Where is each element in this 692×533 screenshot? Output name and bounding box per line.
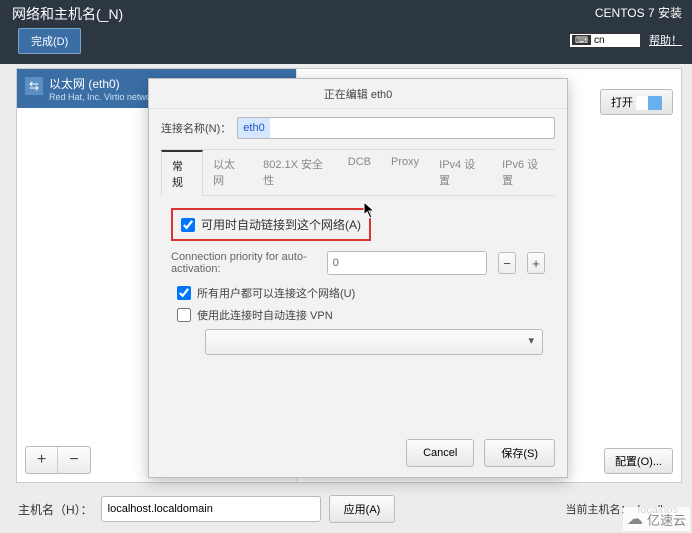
priority-decrement-button[interactable]: −: [498, 252, 516, 274]
page-title: 网络和主机名(_N): [12, 4, 123, 24]
done-button[interactable]: 完成(D): [18, 28, 81, 54]
auto-vpn-label: 使用此连接时自动连接 VPN: [197, 307, 333, 323]
watermark: ☁ 亿速云: [623, 507, 690, 531]
tab-proxy[interactable]: Proxy: [381, 150, 429, 195]
hostname-label: 主机名（H）：: [18, 501, 93, 518]
tab-general[interactable]: 常规: [161, 150, 203, 196]
tab-ethernet[interactable]: 以太网: [203, 150, 253, 195]
tab-dcb[interactable]: DCB: [338, 150, 381, 195]
interface-toggle-button[interactable]: 打开: [600, 89, 673, 115]
current-hostname-label: 当前主机名：: [566, 504, 632, 516]
toggle-switch-icon: [636, 96, 662, 110]
all-users-checkbox[interactable]: [177, 286, 191, 300]
tab-8021x[interactable]: 802.1X 安全性: [253, 150, 338, 195]
auto-vpn-checkbox[interactable]: [177, 308, 191, 322]
keyboard-lang-indicator[interactable]: ⌨cn: [569, 33, 641, 48]
dialog-title: 正在编辑 eth0: [149, 79, 567, 109]
connection-name-input[interactable]: [237, 117, 555, 139]
tab-ipv4[interactable]: IPv4 设置: [429, 150, 492, 195]
configure-button[interactable]: 配置(O)...: [604, 448, 673, 474]
dialog-tabs: 常规 以太网 802.1X 安全性 DCB Proxy IPv4 设置 IPv6…: [161, 149, 555, 196]
save-button[interactable]: 保存(S): [484, 439, 555, 467]
priority-label: Connection priority for auto-activation:: [171, 251, 319, 275]
hostname-input[interactable]: [101, 496, 321, 522]
tab-ipv6[interactable]: IPv6 设置: [492, 150, 555, 195]
edit-connection-dialog: 正在编辑 eth0 连接名称(N)： 常规 以太网 802.1X 安全性 DCB…: [148, 78, 568, 478]
cloud-icon: ☁: [627, 509, 643, 529]
auto-connect-checkbox[interactable]: [181, 218, 195, 232]
help-link[interactable]: 帮助！: [649, 32, 682, 48]
ethernet-icon: ⇆: [25, 77, 43, 95]
auto-connect-label: 可用时自动链接到这个网络(A): [201, 216, 361, 233]
all-users-label: 所有用户都可以连接这个网络(U): [197, 285, 355, 301]
installer-brand: CENTOS 7 安装: [595, 4, 682, 21]
apply-hostname-button[interactable]: 应用(A): [329, 495, 396, 523]
keyboard-icon: ⌨: [572, 35, 591, 45]
priority-input[interactable]: 0: [327, 251, 487, 275]
add-interface-button[interactable]: +: [26, 447, 58, 473]
highlight-auto-connect: 可用时自动链接到这个网络(A): [171, 208, 371, 241]
priority-increment-button[interactable]: +: [527, 252, 545, 274]
vpn-select[interactable]: [205, 329, 543, 355]
cancel-button[interactable]: Cancel: [406, 439, 474, 467]
connection-name-label: 连接名称(N)：: [161, 120, 231, 136]
remove-interface-button[interactable]: −: [58, 447, 90, 473]
